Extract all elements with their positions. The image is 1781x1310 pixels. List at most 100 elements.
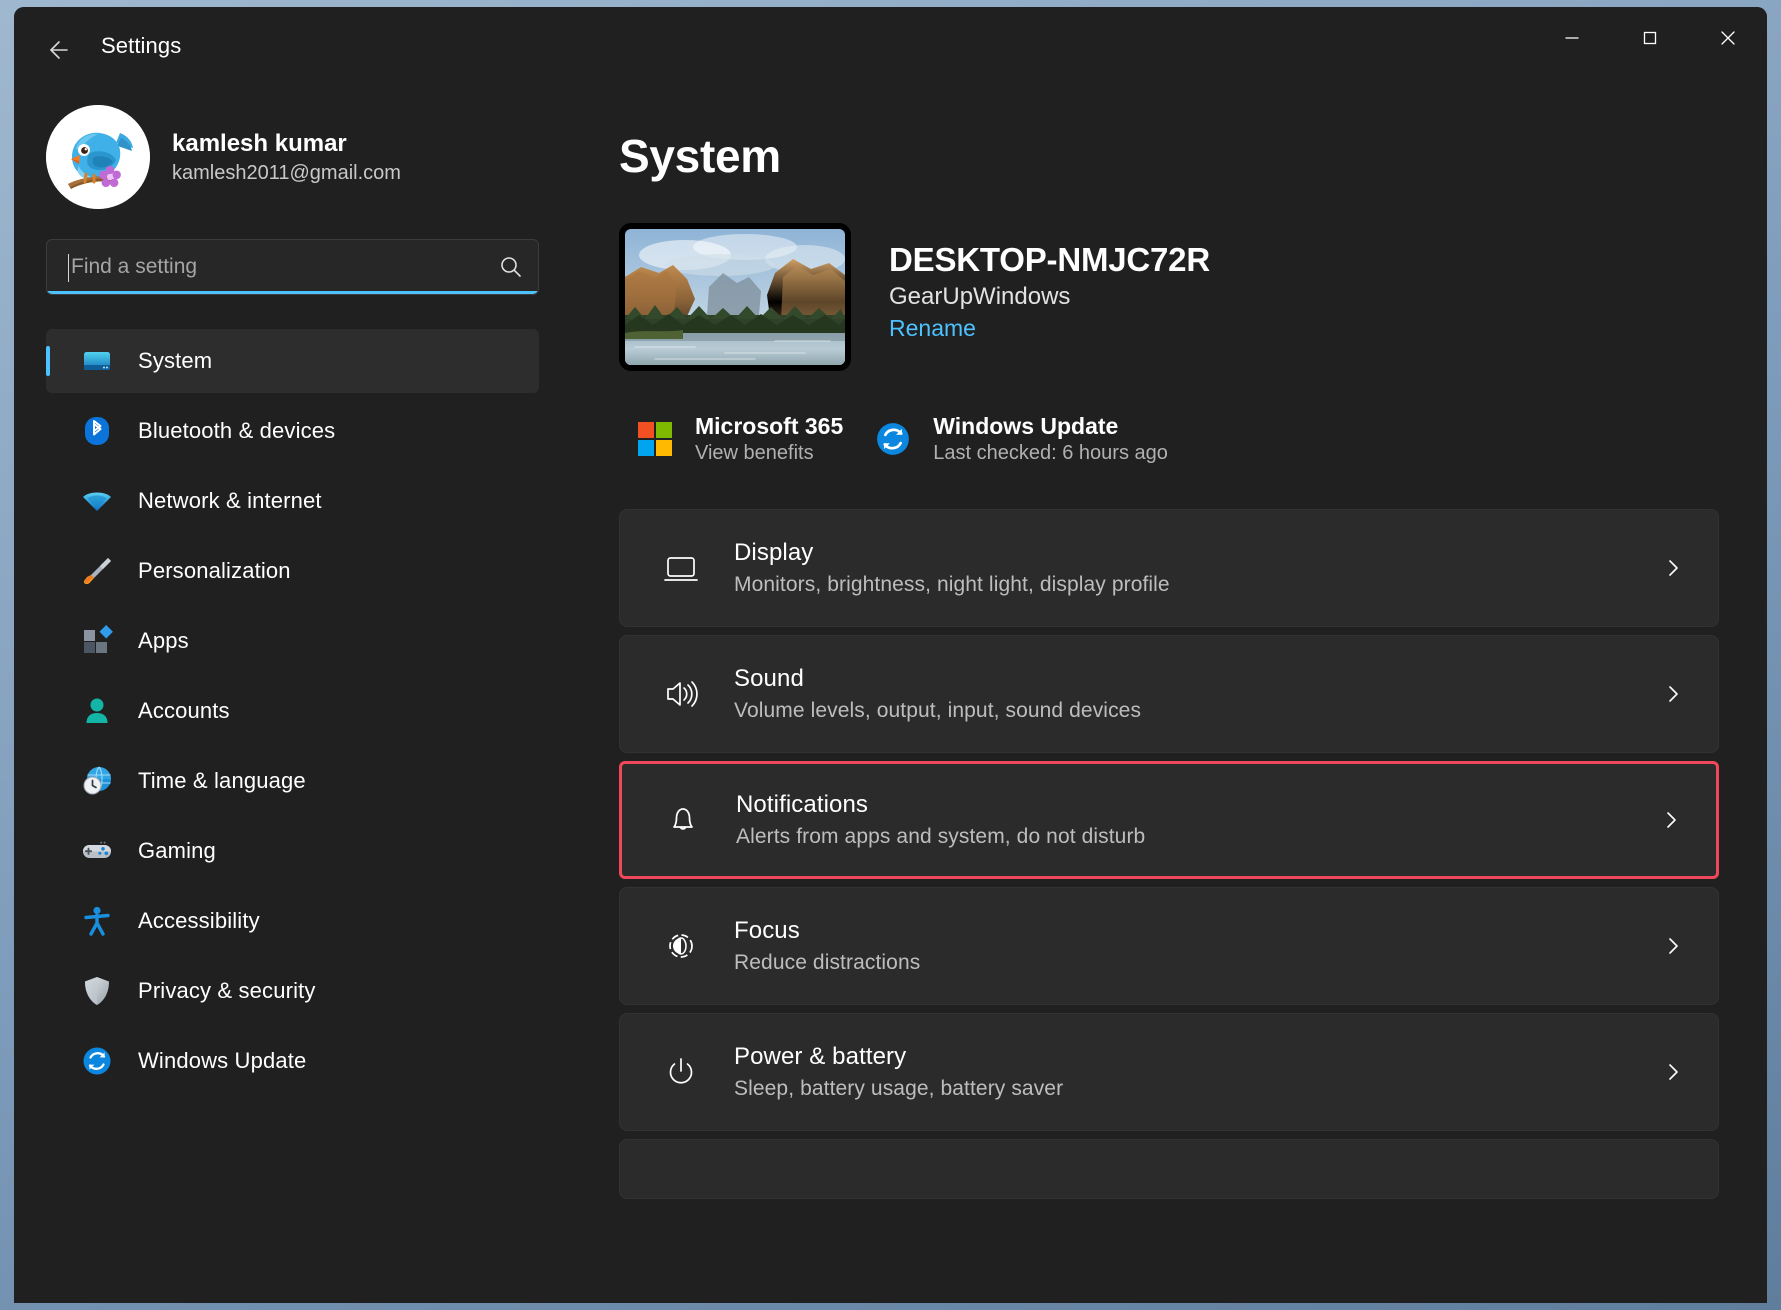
quick-link-title: Windows Update (933, 413, 1119, 439)
settings-row-title: Focus (734, 917, 800, 944)
rename-link[interactable]: Rename (889, 315, 976, 342)
shield-icon (78, 972, 116, 1010)
settings-row-subtitle: Reduce distractions (734, 951, 921, 974)
settings-row-subtitle: Alerts from apps and system, do not dist… (736, 825, 1146, 848)
quick-link-subtitle: Last checked: 6 hours ago (933, 442, 1168, 464)
settings-row-title: Display (734, 539, 814, 566)
window-title: Settings (101, 33, 182, 58)
sidebar-item-time-language[interactable]: Time & language (46, 749, 539, 813)
sidebar-item-label: Personalization (138, 558, 291, 583)
window-body: kamlesh kumar kamlesh2011@gmail.com Find… (14, 95, 1767, 1303)
chevron-right-icon (1656, 808, 1686, 832)
chevron-right-icon (1658, 556, 1688, 580)
search-input[interactable] (47, 255, 484, 279)
close-icon (1721, 31, 1735, 45)
title-bar: Settings (14, 7, 1767, 95)
sidebar-item-label: Bluetooth & devices (138, 418, 336, 443)
device-subtitle: GearUpWindows (889, 283, 1071, 310)
text-caret (68, 254, 69, 282)
settings-row-notifications[interactable]: Notifications Alerts from apps and syste… (619, 761, 1719, 879)
settings-row-subtitle: Monitors, brightness, night light, displ… (734, 573, 1170, 596)
sidebar-item-gaming[interactable]: Gaming (46, 819, 539, 883)
sidebar-item-label: Privacy & security (138, 978, 316, 1003)
search-icon (501, 257, 521, 277)
sidebar-item-label: System (138, 348, 213, 373)
sidebar-item-label: Network & internet (138, 488, 322, 513)
wifi-icon (78, 482, 116, 520)
speaker-icon (654, 667, 708, 721)
monitor-icon (654, 541, 708, 595)
settings-row-focus[interactable]: Focus Reduce distractions (619, 887, 1719, 1005)
chevron-right-icon (1658, 934, 1688, 958)
sidebar-item-bluetooth-devices[interactable]: Bluetooth & devices (46, 399, 539, 463)
sidebar-item-label: Time & language (138, 768, 306, 793)
sidebar-nav: System Bluetooth & devices Network & int… (46, 329, 539, 1099)
sidebar-item-privacy-security[interactable]: Privacy & security (46, 959, 539, 1023)
system-monitor-icon (78, 342, 116, 380)
account-name: kamlesh kumar (172, 129, 347, 157)
maximize-icon (1643, 31, 1657, 45)
sidebar-item-label: Accessibility (138, 908, 260, 933)
account-card[interactable]: kamlesh kumar kamlesh2011@gmail.com (46, 105, 539, 209)
quick-link-title: Microsoft 365 (695, 413, 844, 439)
account-text: kamlesh kumar kamlesh2011@gmail.com (172, 130, 401, 185)
desktop-backdrop: Settings kamlesh kumar kamlesh2011@gmail… (0, 0, 1781, 1310)
accessibility-person-icon (78, 902, 116, 940)
caption-button-group (1533, 7, 1767, 69)
quick-link-subtitle: View benefits (695, 442, 814, 464)
sidebar-item-accessibility[interactable]: Accessibility (46, 889, 539, 953)
clock-globe-icon (78, 762, 116, 800)
settings-row-title: Sound (734, 665, 804, 692)
focus-moon-icon (654, 919, 708, 973)
page-title: System (619, 130, 781, 182)
sidebar-item-system[interactable]: System (46, 329, 539, 393)
settings-card-list: Display Monitors, brightness, night ligh… (619, 509, 1719, 1199)
search-button[interactable] (484, 240, 538, 294)
sidebar-item-windows-update[interactable]: Windows Update (46, 1029, 539, 1093)
main-content: System DESKTOP-NMJC72R GearUpWindows Ren… (569, 95, 1767, 1303)
paintbrush-icon (78, 552, 116, 590)
sidebar-item-label: Apps (138, 628, 189, 653)
settings-row-title: Power & battery (734, 1043, 907, 1070)
settings-row-subtitle: Volume levels, output, input, sound devi… (734, 699, 1142, 722)
minimize-button[interactable] (1533, 7, 1611, 69)
settings-row-sound[interactable]: Sound Volume levels, output, input, soun… (619, 635, 1719, 753)
gamepad-icon (78, 832, 116, 870)
bluetooth-icon (78, 412, 116, 450)
settings-row-power-battery[interactable]: Power & battery Sleep, battery usage, ba… (619, 1013, 1719, 1131)
device-header: DESKTOP-NMJC72R GearUpWindows Rename (619, 223, 1719, 371)
maximize-button[interactable] (1611, 7, 1689, 69)
sidebar-item-label: Accounts (138, 698, 230, 723)
quick-links-row: Microsoft 365 View benefits Windows Upda… (619, 405, 1719, 473)
settings-row-text: Sound Volume levels, output, input, soun… (734, 665, 1658, 723)
settings-row-subtitle: Sleep, battery usage, battery saver (734, 1077, 1064, 1100)
settings-row-text: Power & battery Sleep, battery usage, ba… (734, 1043, 1658, 1101)
sidebar-item-network-internet[interactable]: Network & internet (46, 469, 539, 533)
bluebird-avatar (46, 105, 150, 209)
quick-link-windows-update[interactable]: Windows Update Last checked: 6 hours ago (857, 405, 1182, 473)
settings-row-text: Notifications Alerts from apps and syste… (736, 791, 1656, 849)
bell-icon (656, 793, 710, 847)
quick-link-microsoft-365[interactable]: Microsoft 365 View benefits (619, 405, 857, 473)
back-button[interactable] (31, 24, 83, 76)
quick-link-text: Microsoft 365 View benefits (695, 413, 843, 465)
quick-link-text: Windows Update Last checked: 6 hours ago (933, 413, 1168, 465)
desktop-wallpaper-thumbnail (619, 223, 851, 371)
settings-row-text: Focus Reduce distractions (734, 917, 1658, 975)
minimize-icon (1565, 37, 1579, 39)
sidebar-item-personalization[interactable]: Personalization (46, 539, 539, 603)
sidebar-item-label: Windows Update (138, 1048, 307, 1073)
apps-blocks-icon (78, 622, 116, 660)
settings-window: Settings kamlesh kumar kamlesh2011@gmail… (14, 7, 1767, 1303)
chevron-right-icon (1658, 682, 1688, 706)
settings-row-partial[interactable] (619, 1139, 1719, 1199)
search-box[interactable] (46, 239, 539, 295)
sidebar: kamlesh kumar kamlesh2011@gmail.com Find… (14, 95, 569, 1303)
close-button[interactable] (1689, 7, 1767, 69)
sidebar-item-label: Gaming (138, 838, 216, 863)
avatar (46, 105, 150, 209)
settings-row-display[interactable]: Display Monitors, brightness, night ligh… (619, 509, 1719, 627)
settings-row-text: Display Monitors, brightness, night ligh… (734, 539, 1658, 597)
sidebar-item-accounts[interactable]: Accounts (46, 679, 539, 743)
sidebar-item-apps[interactable]: Apps (46, 609, 539, 673)
